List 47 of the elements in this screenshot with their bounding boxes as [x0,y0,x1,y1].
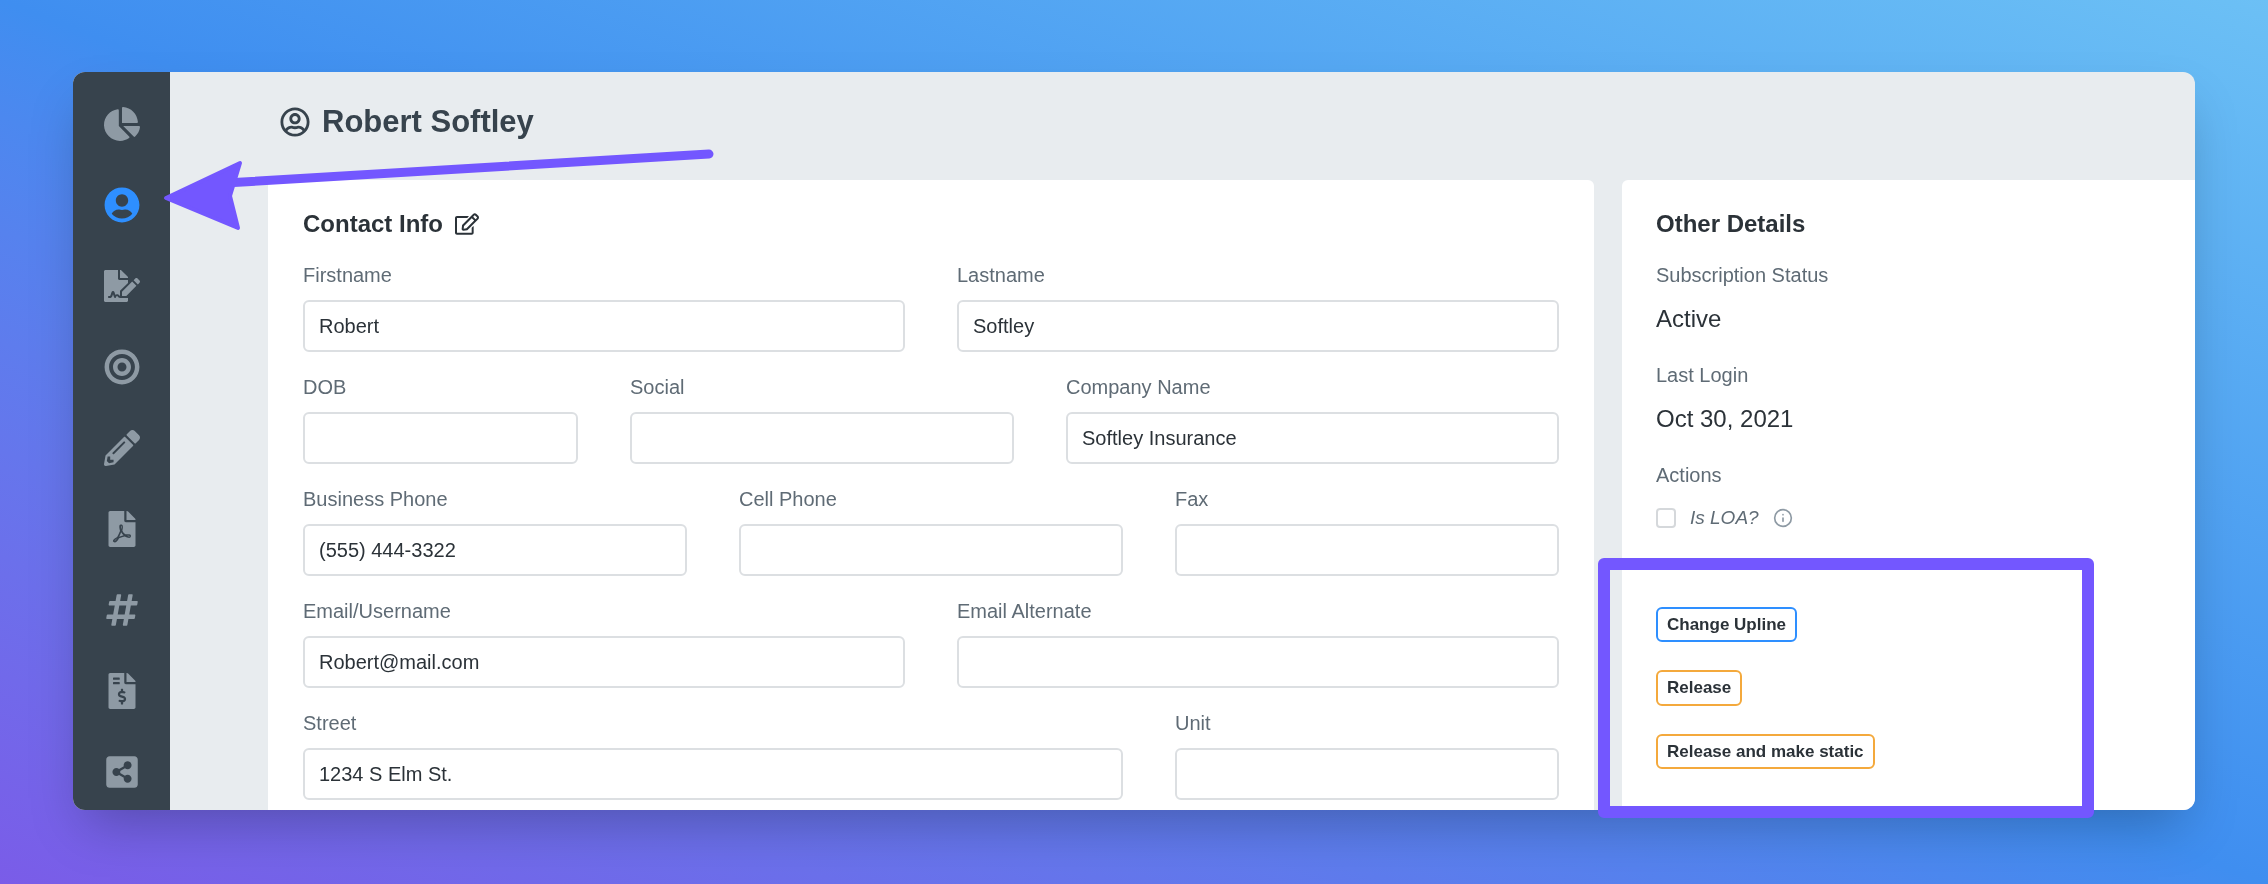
user-icon[interactable] [103,187,140,223]
field-label: Unit [1175,711,1212,736]
input-field[interactable]: Softley [957,300,1559,352]
info-icon[interactable] [1772,508,1793,529]
field-label: Lastname [957,263,1046,288]
input-field[interactable] [303,412,578,464]
field-label: DOB [303,375,348,400]
action-button[interactable]: Release [1656,670,1743,706]
field-label: Company Name [1066,375,1212,400]
page-title: Robert Softley [322,102,534,141]
detail-label: Subscription Status [1656,263,1830,288]
input-field[interactable] [630,412,1014,464]
detail-value: Active [1656,304,1723,334]
signed-document-icon[interactable] [103,268,140,304]
action-button[interactable]: Release and make static [1656,733,1875,769]
field-label: Email/Username [303,599,452,624]
input-field[interactable] [1175,524,1559,576]
input-field[interactable]: Robert@mail.com [303,636,905,688]
pencil-icon[interactable] [103,430,140,466]
field-label: Fax [1175,487,1210,512]
user-icon [280,107,310,137]
input-field[interactable] [1175,748,1559,800]
input-field[interactable] [957,636,1559,688]
share-icon[interactable] [103,754,140,790]
input-field[interactable]: Robert [303,300,905,352]
checkbox-label: Is LOA? [1690,506,1759,530]
edit-icon[interactable] [455,212,479,236]
input-field[interactable]: 1234 S Elm St. [303,748,1123,800]
field-label: Email Alternate [957,599,1093,624]
card-title: Other Details [1656,209,1807,239]
checkbox[interactable] [1656,508,1676,529]
field-label: Social [630,375,686,400]
input-field[interactable]: Softley Insurance [1066,412,1559,464]
detail-value: Oct 30, 2021 [1656,404,1795,434]
action-button[interactable]: Change Upline [1656,606,1797,642]
detail-label: Last Login [1656,363,1750,388]
pie-chart-icon[interactable] [103,106,140,142]
target-icon[interactable] [103,349,140,385]
input-field[interactable]: (555) 444-3322 [303,524,687,576]
hashtag-icon[interactable] [103,592,140,628]
detail-label: Actions [1656,463,1723,488]
field-label: Cell Phone [739,487,838,512]
field-label: Business Phone [303,487,449,512]
field-label: Firstname [303,263,393,288]
field-label: Street [303,711,358,736]
card-title: Contact Info [303,209,443,239]
input-field[interactable] [739,524,1123,576]
